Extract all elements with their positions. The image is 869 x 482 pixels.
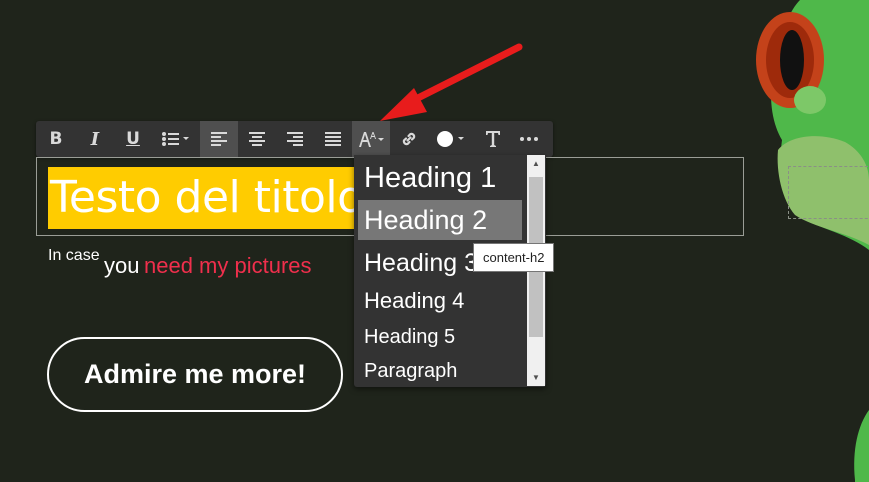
align-left-icon xyxy=(211,132,227,146)
align-right-icon xyxy=(287,132,303,146)
more-icon xyxy=(520,137,538,141)
bold-icon: B xyxy=(49,129,63,149)
color-button[interactable] xyxy=(428,121,476,157)
align-right-button[interactable] xyxy=(276,121,314,157)
dropdown-item-heading-2[interactable]: Heading 2 xyxy=(358,200,522,240)
dropdown-item-heading-1[interactable]: Heading 1 xyxy=(358,158,522,198)
text-style-button[interactable] xyxy=(476,121,510,157)
underline-button[interactable]: U xyxy=(114,121,152,157)
admire-me-more-button[interactable]: Admire me more! xyxy=(47,337,343,412)
empty-element-outline xyxy=(788,166,869,219)
list-button[interactable] xyxy=(152,121,200,157)
align-justify-button[interactable] xyxy=(314,121,352,157)
title-text-selected[interactable]: Testo del titolo xyxy=(48,167,366,229)
dropdown-item-paragraph[interactable]: Paragraph xyxy=(358,356,522,386)
dropdown-item-heading-4[interactable]: Heading 4 xyxy=(358,284,522,318)
align-left-button[interactable] xyxy=(200,121,238,157)
dropdown-item-heading-5[interactable]: Heading 5 xyxy=(358,321,522,353)
class-name-tooltip: content-h2 xyxy=(473,243,555,272)
link-icon xyxy=(402,132,416,146)
subtitle-line: In case you need my pictures xyxy=(48,247,312,278)
cta-label: Admire me more! xyxy=(83,359,307,389)
color-icon xyxy=(437,131,464,147)
subtitle-small-text: In case xyxy=(48,247,100,264)
underline-icon: U xyxy=(126,129,140,149)
align-center-button[interactable] xyxy=(238,121,276,157)
link-button[interactable] xyxy=(390,121,428,157)
scroll-down-arrow-icon[interactable]: ▼ xyxy=(527,369,545,386)
pictures-link[interactable]: need my pictures xyxy=(144,253,312,278)
italic-icon: I xyxy=(90,128,100,150)
text-format-toolbar: B I U xyxy=(36,121,553,157)
align-center-icon xyxy=(249,132,265,146)
more-button[interactable] xyxy=(510,121,548,157)
text-size-button[interactable] xyxy=(352,121,390,157)
text-style-icon xyxy=(486,131,500,147)
bold-button[interactable]: B xyxy=(36,121,76,157)
scroll-up-arrow-icon[interactable]: ▲ xyxy=(527,155,545,172)
list-icon xyxy=(162,132,189,146)
align-justify-icon xyxy=(325,132,341,146)
subtitle-text: you xyxy=(104,253,140,278)
italic-button[interactable]: I xyxy=(76,121,114,157)
text-size-icon xyxy=(359,132,384,147)
